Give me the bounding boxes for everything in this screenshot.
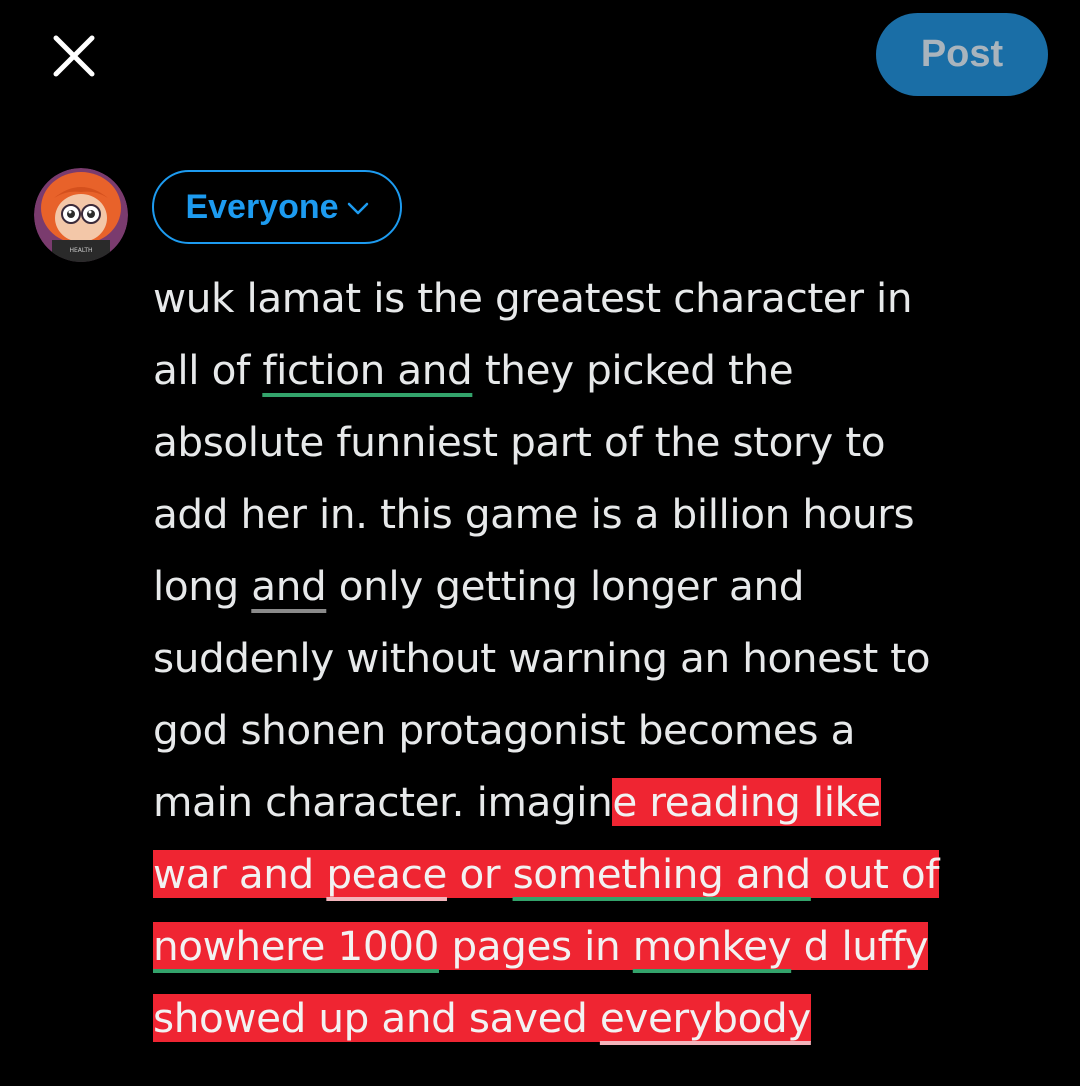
audience-selector-button[interactable]: Everyone [152,170,402,244]
compose-post-screen: Post HEALTH Everyone wuk lamat is the gr… [0,0,1080,1086]
text-line: absolute funniest part of the story to [153,418,886,466]
text-segment: all of [153,346,263,394]
text-segment: d luffy [791,922,929,970]
text-segment: showed up and saved [153,994,600,1042]
spellcheck-underlined-text[interactable]: monkey [633,922,792,970]
text-line: wuk lamat is the greatest character in [153,274,913,322]
text-line: suddenly without warning an honest to [153,634,931,682]
avatar[interactable]: HEALTH [34,168,128,262]
audience-label: Everyone [185,187,339,226]
text-line: god shonen protagonist becomes a [153,706,855,754]
text-line: long and only getting longer and [153,550,1053,622]
close-button[interactable] [48,30,100,82]
text-line: showed up and saved everybody [153,982,1053,1054]
spellcheck-underlined-text[interactable]: and [251,562,326,610]
text-segment: war and [153,850,327,898]
over-limit-text: nowhere 1000 pages in monkey d luffy [153,922,929,970]
spellcheck-underlined-text[interactable]: something and [513,850,812,898]
chevron-down-icon [347,202,369,216]
text-segment: pages in [438,922,633,970]
text-line: main character. imagine reading like [153,766,1053,838]
post-button[interactable]: Post [876,13,1048,96]
spellcheck-underlined-text[interactable]: fiction and [262,346,472,394]
over-limit-text: e reading like [612,778,881,826]
text-segment: they picked the [472,346,794,394]
text-segment: or [446,850,513,898]
spellcheck-underlined-text[interactable]: nowhere 1000 [153,922,439,970]
avatar-badge-text: HEALTH [69,247,92,254]
close-icon [53,35,95,77]
text-segment: out of [810,850,940,898]
text-line: all of fiction and they picked the [153,334,1053,406]
over-limit-text: showed up and saved everybody [153,994,811,1042]
text-segment: main character. imagin [153,778,613,826]
text-segment: only getting longer and [326,562,805,610]
post-text-area[interactable]: wuk lamat is the greatest character in a… [153,262,1053,1054]
text-segment: long [153,562,252,610]
spellcheck-underlined-text[interactable]: everybody [600,994,811,1042]
text-line: war and peace or something and out of [153,838,1053,910]
text-line: add her in. this game is a billion hours [153,490,915,538]
user-avatar-image: HEALTH [34,168,128,262]
text-line: nowhere 1000 pages in monkey d luffy [153,910,1053,982]
over-limit-text: war and peace or something and out of [153,850,940,898]
spellcheck-underlined-text[interactable]: peace [326,850,447,898]
